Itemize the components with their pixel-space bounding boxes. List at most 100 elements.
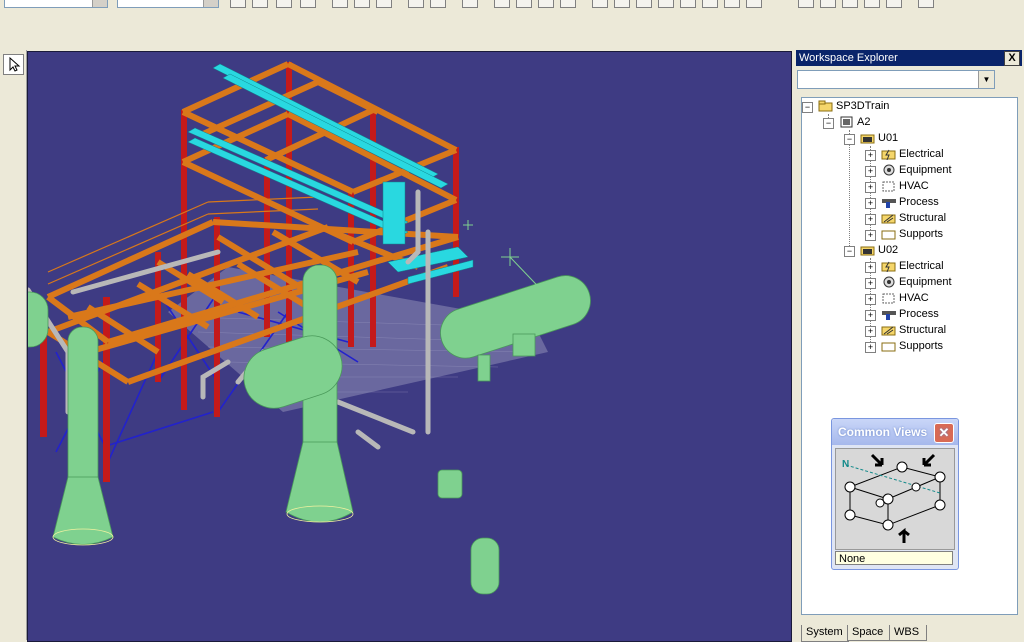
toolbar-button[interactable] bbox=[230, 0, 246, 8]
left-toolbar bbox=[0, 50, 27, 640]
toolbar-button[interactable] bbox=[820, 0, 836, 8]
toolbar-button[interactable] bbox=[886, 0, 902, 8]
tree-expand-toggle[interactable]: + bbox=[865, 214, 876, 225]
pointer-arrow-icon bbox=[9, 56, 21, 72]
toolbar-button[interactable] bbox=[592, 0, 608, 8]
common-views-close-button[interactable]: ✕ bbox=[934, 423, 954, 443]
tree-node-label: SP3DTrain bbox=[836, 100, 890, 113]
toolbar-button[interactable] bbox=[332, 0, 348, 8]
tree-node-system[interactable]: Electrical bbox=[881, 258, 944, 274]
equipment-icon bbox=[883, 164, 895, 176]
graphic-view[interactable] bbox=[27, 51, 792, 642]
tree-expand-toggle[interactable]: + bbox=[865, 342, 876, 353]
tree-node-system[interactable]: Electrical bbox=[881, 146, 944, 162]
toolbar-button[interactable] bbox=[798, 0, 814, 8]
toolbar-button[interactable] bbox=[300, 0, 316, 8]
tree-expand-toggle[interactable]: + bbox=[865, 294, 876, 305]
toolbar-button[interactable] bbox=[560, 0, 576, 8]
tree-collapse-toggle[interactable]: − bbox=[844, 246, 855, 257]
common-views-title-text: Common Views bbox=[838, 425, 928, 439]
tree-node-area[interactable]: A2 bbox=[839, 114, 870, 130]
toolbar-button[interactable] bbox=[354, 0, 370, 8]
toolbar-button[interactable] bbox=[658, 0, 674, 8]
tree-node-system[interactable]: Supports bbox=[881, 226, 943, 242]
tree-collapse-toggle[interactable]: − bbox=[802, 102, 813, 113]
unit-folder-icon bbox=[860, 246, 875, 256]
tree-collapse-toggle[interactable]: − bbox=[823, 118, 834, 129]
view-node bbox=[844, 481, 856, 493]
toolbar-button[interactable] bbox=[252, 0, 268, 8]
tree-expand-toggle[interactable]: + bbox=[865, 150, 876, 161]
tree-node-system[interactable]: Structural bbox=[881, 210, 946, 226]
common-views-title: Common Views ✕ bbox=[832, 419, 958, 445]
north-axis-line bbox=[845, 464, 941, 494]
north-label: N bbox=[842, 459, 849, 470]
toolbar-button[interactable] bbox=[376, 0, 392, 8]
explorer-filter-combo[interactable]: ▼ bbox=[797, 70, 995, 89]
electrical-icon bbox=[881, 149, 896, 161]
toolbar-button[interactable] bbox=[702, 0, 718, 8]
tab-system[interactable]: System bbox=[801, 625, 849, 642]
tree-expand-toggle[interactable]: + bbox=[865, 166, 876, 177]
view-node bbox=[934, 471, 946, 483]
tree-expand-toggle[interactable]: + bbox=[865, 262, 876, 273]
tree-expand-toggle[interactable]: + bbox=[865, 230, 876, 241]
toolbar-button[interactable] bbox=[842, 0, 858, 8]
filter-combo[interactable] bbox=[117, 0, 219, 8]
common-views-palette: Common Views ✕ N None bbox=[831, 418, 959, 570]
toolbar-button[interactable] bbox=[636, 0, 652, 8]
tree-collapse-toggle[interactable]: − bbox=[844, 134, 855, 145]
toolbar-button[interactable] bbox=[462, 0, 478, 8]
tree-node-label: Supports bbox=[899, 228, 944, 241]
chevron-down-icon[interactable] bbox=[92, 0, 107, 7]
toolbar-button[interactable] bbox=[276, 0, 292, 8]
tree-node-system[interactable]: HVAC bbox=[881, 178, 929, 194]
toolbar-button[interactable] bbox=[494, 0, 510, 8]
tree-node-label: HVAC bbox=[899, 292, 929, 305]
tree-node-system[interactable]: Process bbox=[881, 194, 939, 210]
tree-expand-toggle[interactable]: + bbox=[865, 278, 876, 289]
tab-space[interactable]: Space bbox=[847, 625, 891, 641]
tree-expand-toggle[interactable]: + bbox=[865, 198, 876, 209]
workspace-explorer-close-button[interactable]: X bbox=[1004, 51, 1020, 66]
tree-node-unit[interactable]: U02 bbox=[860, 242, 898, 258]
toolbar-button[interactable] bbox=[408, 0, 424, 8]
tree-node-system[interactable]: Structural bbox=[881, 322, 946, 338]
view-cube[interactable]: N bbox=[835, 448, 955, 550]
select-tool-button[interactable] bbox=[3, 54, 24, 75]
tree-expand-toggle[interactable]: + bbox=[865, 326, 876, 337]
tree-node-system[interactable]: Equipment bbox=[881, 274, 952, 290]
tree-node-system[interactable]: Process bbox=[881, 306, 939, 322]
tree-node-label: U02 bbox=[878, 244, 899, 257]
toolbar-button[interactable] bbox=[430, 0, 446, 8]
toolbar-button[interactable] bbox=[746, 0, 762, 8]
tab-wbs[interactable]: WBS bbox=[889, 625, 927, 641]
tree-expand-toggle[interactable]: + bbox=[865, 182, 876, 193]
close-icon: X bbox=[1008, 52, 1016, 64]
chevron-down-icon[interactable] bbox=[203, 0, 218, 7]
plant-3d-model bbox=[28, 61, 591, 595]
tree-node-unit[interactable]: U01 bbox=[860, 130, 898, 146]
tree-node-label: Equipment bbox=[899, 276, 952, 289]
workspace-explorer-title: Workspace Explorer X bbox=[796, 50, 1022, 66]
toolbar-button[interactable] bbox=[864, 0, 880, 8]
toolbar-button[interactable] bbox=[918, 0, 934, 8]
style-combo[interactable] bbox=[4, 0, 108, 8]
tree-node-label: Process bbox=[899, 308, 939, 321]
toolbar-button[interactable] bbox=[680, 0, 696, 8]
chevron-down-icon[interactable]: ▼ bbox=[978, 71, 994, 88]
tree-node-root[interactable]: SP3DTrain bbox=[818, 98, 889, 114]
tree-expand-toggle[interactable]: + bbox=[865, 310, 876, 321]
toolbar-button[interactable] bbox=[516, 0, 532, 8]
toolbar-button[interactable] bbox=[538, 0, 554, 8]
tree-node-system[interactable]: Equipment bbox=[881, 162, 952, 178]
close-icon: ✕ bbox=[938, 425, 950, 440]
tree-node-system[interactable]: Supports bbox=[881, 338, 943, 354]
toolbar-button[interactable] bbox=[614, 0, 630, 8]
toolbar-button[interactable] bbox=[724, 0, 740, 8]
tree-node-system[interactable]: HVAC bbox=[881, 290, 929, 306]
plant-folder-icon bbox=[818, 100, 833, 112]
equipment bbox=[28, 264, 591, 595]
hvac-icon bbox=[882, 293, 895, 304]
common-views-status: None bbox=[835, 551, 953, 565]
